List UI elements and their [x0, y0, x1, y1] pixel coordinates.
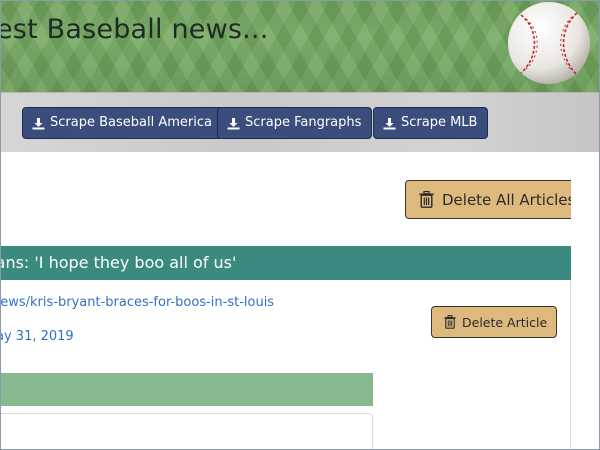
download-icon — [383, 117, 396, 129]
page-title: est Baseball news... — [0, 14, 269, 45]
delete-article-button[interactable]: Delete Article — [431, 306, 557, 338]
trash-icon — [444, 315, 456, 329]
nav-button-label: Scrape Fangraphs — [245, 115, 362, 130]
download-icon — [32, 117, 45, 129]
delete-article-label: Delete Article — [462, 314, 548, 330]
nav-button-label: Scrape Baseball America — [50, 115, 212, 130]
nav-link-partial[interactable]: – — [0, 107, 4, 139]
nav-bar: – Scrape Baseball America Scrape Fangrap… — [0, 92, 600, 152]
page-gutter — [571, 152, 600, 450]
trash-icon — [419, 191, 434, 208]
scrape-baseball-america-button[interactable]: Scrape Baseball America — [22, 107, 223, 139]
article-card-header: fans: 'I hope they boo all of us' — [0, 246, 571, 280]
note-section-header — [0, 373, 373, 406]
baseball-icon — [508, 2, 590, 84]
scrape-fangraphs-button[interactable]: Scrape Fangraphs — [217, 107, 373, 139]
delete-all-articles-button[interactable]: Delete All Articles — [405, 180, 584, 219]
nav-button-label: Scrape MLB — [401, 115, 478, 130]
delete-all-label: Delete All Articles — [442, 190, 576, 209]
article-link[interactable]: news/kris-bryant-braces-for-boos-in-st-l… — [0, 295, 274, 310]
scrape-mlb-button[interactable]: Scrape MLB — [373, 107, 489, 139]
header-banner: est Baseball news... — [0, 0, 600, 92]
note-section-box — [0, 413, 373, 450]
article-date: ay 31, 2019 — [0, 329, 74, 344]
article-title: fans: 'I hope they boo all of us' — [0, 253, 237, 272]
download-icon — [227, 117, 240, 129]
